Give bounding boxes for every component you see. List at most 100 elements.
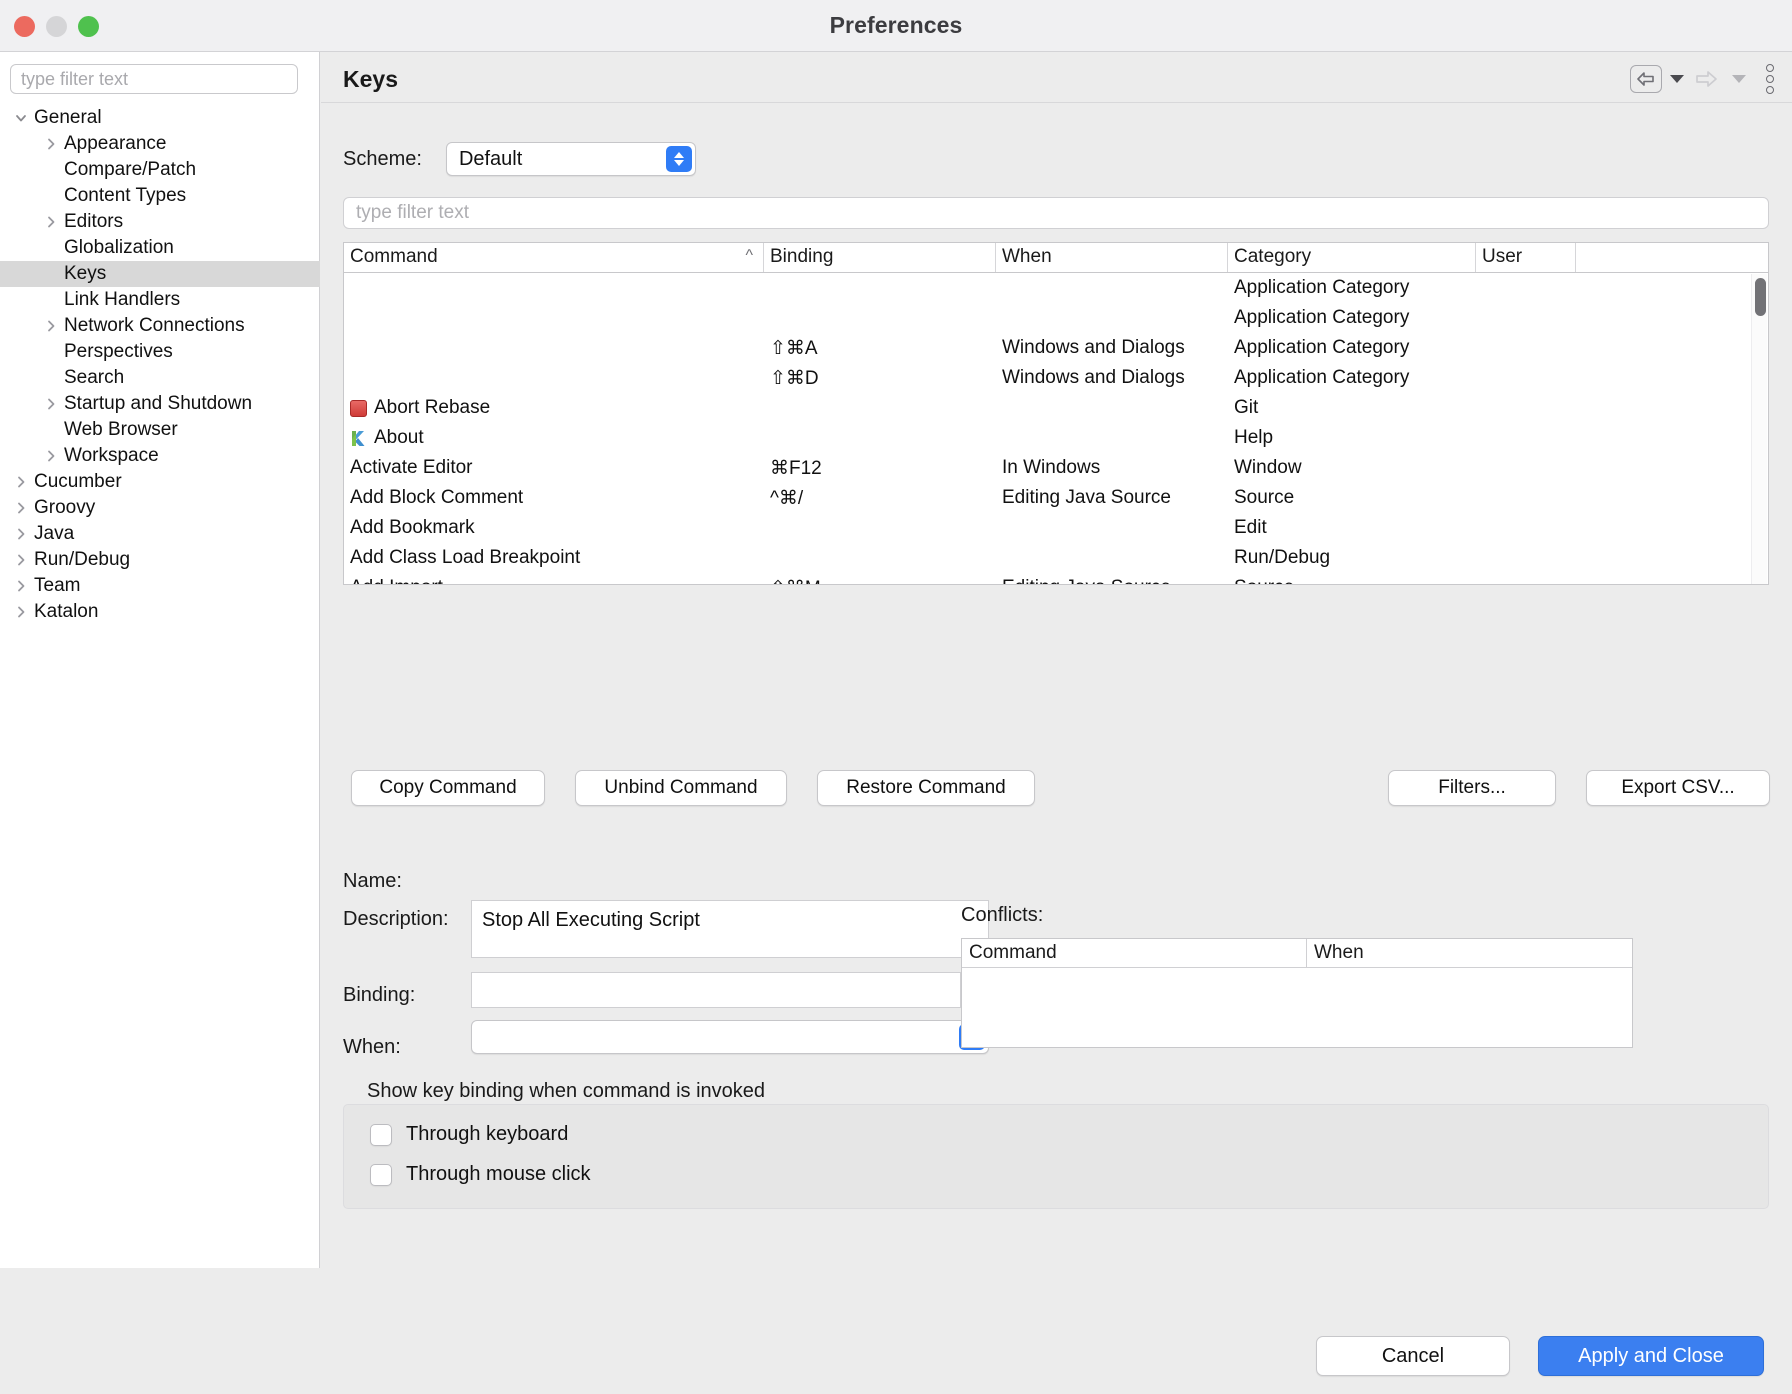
sidebar-item-katalon[interactable]: Katalon	[0, 599, 320, 625]
sidebar-item-team[interactable]: Team	[0, 573, 320, 599]
filters-button[interactable]: Filters...	[1388, 770, 1556, 806]
table-row[interactable]: Application Category	[344, 273, 1768, 303]
column-header-category[interactable]: Category	[1228, 243, 1476, 272]
sidebar-item-workspace[interactable]: Workspace	[0, 443, 320, 469]
sidebar-item-search[interactable]: Search	[0, 365, 320, 391]
keys-table-scrollbar-thumb[interactable]	[1755, 278, 1766, 316]
table-row[interactable]: Add Import⇧⌘MEditing Java SourceSource	[344, 573, 1768, 585]
table-row[interactable]: Add Block Comment^⌘/Editing Java SourceS…	[344, 483, 1768, 513]
back-history-dropdown[interactable]	[1670, 75, 1684, 83]
cell-when-text: Editing Java Source	[1002, 577, 1171, 585]
close-window-button[interactable]	[14, 16, 35, 37]
restore-command-button[interactable]: Restore Command	[817, 770, 1035, 806]
show-binding-group-label: Show key binding when command is invoked	[367, 1080, 765, 1103]
sidebar-item-globalization[interactable]: Globalization	[0, 235, 320, 261]
chevron-right-icon[interactable]	[10, 501, 32, 515]
sidebar-item-appearance[interactable]: Appearance	[0, 131, 320, 157]
sidebar-item-web-browser[interactable]: Web Browser	[0, 417, 320, 443]
sidebar-item-link-handlers[interactable]: Link Handlers	[0, 287, 320, 313]
cell-command: Add Import	[344, 577, 764, 585]
keys-filter-input[interactable]	[343, 197, 1769, 229]
chevron-right-icon[interactable]	[10, 579, 32, 593]
through-keyboard-label: Through keyboard	[406, 1123, 568, 1146]
sidebar-item-label: Katalon	[34, 601, 98, 623]
scheme-label: Scheme:	[343, 148, 422, 171]
cancel-button[interactable]: Cancel	[1316, 1336, 1510, 1376]
chevron-right-icon[interactable]	[10, 553, 32, 567]
cell-binding: ^⌘/	[764, 487, 996, 510]
sidebar-item-run-debug[interactable]: Run/Debug	[0, 547, 320, 573]
sidebar-item-compare-patch[interactable]: Compare/Patch	[0, 157, 320, 183]
chevron-right-icon[interactable]	[10, 527, 32, 541]
minimize-window-button[interactable]	[46, 16, 67, 37]
sidebar-item-cucumber[interactable]: Cucumber	[0, 469, 320, 495]
chevron-right-icon[interactable]	[10, 605, 32, 619]
forward-history-dropdown[interactable]	[1732, 75, 1746, 83]
chevron-right-icon[interactable]	[10, 475, 32, 489]
column-header-user[interactable]: User	[1476, 243, 1576, 272]
chevron-right-icon[interactable]	[40, 137, 62, 151]
sidebar-filter-input[interactable]	[10, 64, 298, 94]
through-keyboard-option[interactable]: Through keyboard	[370, 1123, 568, 1146]
conflicts-table-header: Command When	[962, 939, 1632, 968]
sidebar-item-label: Search	[64, 367, 124, 389]
chevron-right-icon[interactable]	[40, 319, 62, 333]
table-row[interactable]: Add BookmarkEdit	[344, 513, 1768, 543]
sidebar-item-groovy[interactable]: Groovy	[0, 495, 320, 521]
zoom-window-button[interactable]	[78, 16, 99, 37]
table-row[interactable]: ⇧⌘DWindows and DialogsApplication Catego…	[344, 363, 1768, 393]
table-row[interactable]: Add Class Load BreakpointRun/Debug	[344, 543, 1768, 573]
view-menu-button[interactable]	[1762, 60, 1778, 98]
table-row[interactable]: Application Category	[344, 303, 1768, 333]
table-row[interactable]: AboutHelp	[344, 423, 1768, 453]
through-mouse-click-option[interactable]: Through mouse click	[370, 1163, 591, 1186]
cell-command-text: Activate Editor	[350, 457, 473, 479]
cell-command-text: About	[374, 427, 424, 449]
chevron-right-icon[interactable]	[40, 215, 62, 229]
sidebar-item-network-connections[interactable]: Network Connections	[0, 313, 320, 339]
conflicts-column-command[interactable]: Command	[962, 939, 1307, 967]
binding-field[interactable]	[471, 972, 961, 1008]
sidebar-item-editors[interactable]: Editors	[0, 209, 320, 235]
back-button[interactable]	[1630, 65, 1662, 93]
cell-category-text: Source	[1234, 487, 1294, 509]
sidebar-item-startup-and-shutdown[interactable]: Startup and Shutdown	[0, 391, 320, 417]
sidebar-item-label: Network Connections	[64, 315, 245, 337]
cell-category: Application Category	[1228, 307, 1476, 329]
page-title: Keys	[343, 66, 398, 93]
cell-command: Activate Editor	[344, 457, 764, 479]
apply-and-close-button[interactable]: Apply and Close	[1538, 1336, 1764, 1376]
when-select[interactable]	[471, 1020, 989, 1054]
page-header: Keys	[321, 52, 1792, 103]
forward-button[interactable]	[1690, 65, 1724, 93]
kebab-dot-icon	[1766, 64, 1774, 72]
sidebar-item-content-types[interactable]: Content Types	[0, 183, 320, 209]
chevron-down-icon[interactable]	[10, 111, 32, 125]
preferences-content: Keys Scheme: Default	[321, 52, 1792, 1268]
sidebar-item-perspectives[interactable]: Perspectives	[0, 339, 320, 365]
sidebar-item-general[interactable]: General	[0, 105, 320, 131]
chevron-right-icon[interactable]	[40, 449, 62, 463]
through-mouse-click-checkbox[interactable]	[370, 1164, 392, 1186]
keys-table-scrollbar[interactable]	[1751, 274, 1767, 584]
conflicts-table: Command When	[961, 938, 1633, 1048]
table-row[interactable]: Activate Editor⌘F12In WindowsWindow	[344, 453, 1768, 483]
dialog-footer-buttons: Cancel Apply and Close	[1316, 1336, 1764, 1376]
through-keyboard-checkbox[interactable]	[370, 1124, 392, 1146]
sidebar-item-keys[interactable]: Keys	[0, 261, 320, 287]
copy-command-button[interactable]: Copy Command	[351, 770, 545, 806]
cell-command: Abort Rebase	[344, 397, 764, 419]
cell-binding-text: ⇧⌘D	[770, 367, 819, 390]
column-header-when[interactable]: When	[996, 243, 1228, 272]
export-csv-button[interactable]: Export CSV...	[1586, 770, 1770, 806]
column-header-binding[interactable]: Binding	[764, 243, 996, 272]
table-row[interactable]: ⇧⌘AWindows and DialogsApplication Catego…	[344, 333, 1768, 363]
unbind-command-button[interactable]: Unbind Command	[575, 770, 787, 806]
table-row[interactable]: Abort RebaseGit	[344, 393, 1768, 423]
scheme-select[interactable]: Default	[446, 142, 696, 176]
conflicts-column-when[interactable]: When	[1307, 939, 1632, 967]
chevron-right-icon[interactable]	[40, 397, 62, 411]
sidebar-item-java[interactable]: Java	[0, 521, 320, 547]
column-header-command[interactable]: Command ^	[344, 243, 764, 272]
description-field[interactable]	[471, 900, 989, 958]
